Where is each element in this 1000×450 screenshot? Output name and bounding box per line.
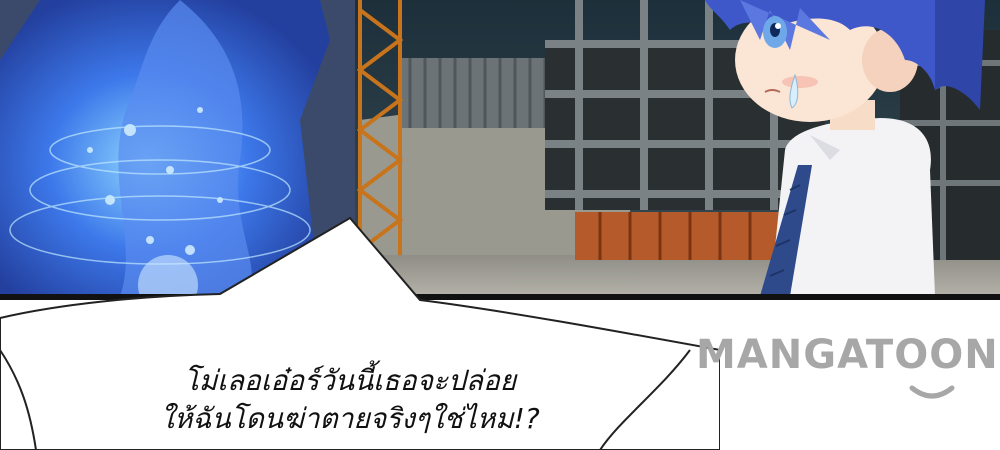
mangatoon-watermark: MANGATOON <box>696 332 998 402</box>
speech-bubble-text: โม่เลอเอ๋อร์วันนี้เธอจะปล่อย ให้ฉันโดนฆ่… <box>70 362 630 438</box>
speech-line-2: ให้ฉันโดนฆ่าตายจริงๆใช่ไหม!? <box>160 402 540 435</box>
smile-icon <box>909 385 955 399</box>
speech-line-1: โม่เลอเอ๋อร์วันนี้เธอจะปล่อย <box>183 364 517 397</box>
